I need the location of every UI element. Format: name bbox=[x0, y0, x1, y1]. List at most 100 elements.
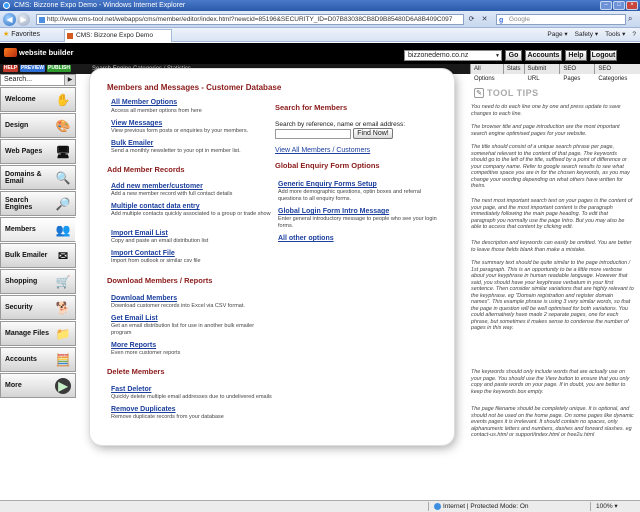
generic-enquiry-forms-link[interactable]: Generic Enquiry Forms Setup bbox=[278, 181, 377, 188]
sidebar-item-design[interactable]: Design 🎨 bbox=[0, 113, 76, 138]
google-icon: g bbox=[499, 17, 504, 24]
view-messages-desc: View previous form posts or enquiries by… bbox=[111, 128, 249, 134]
fast-deletor-desc: Quickly delete multiple email addresses … bbox=[111, 394, 272, 400]
hand-icon: ✋ bbox=[55, 93, 71, 107]
tip-paragraph: The summary text should be quite similar… bbox=[471, 260, 634, 331]
maximize-button[interactable]: □ bbox=[613, 1, 625, 10]
stop-icon[interactable]: ✕ bbox=[479, 14, 490, 25]
more-reports-desc: Even more customer reports bbox=[111, 350, 181, 356]
remove-duplicates-desc: Remove duplicate records from your datab… bbox=[111, 414, 224, 420]
tab-favicon bbox=[67, 33, 73, 39]
multiple-contact-entry-link[interactable]: Multiple contact data entry bbox=[111, 203, 200, 210]
url-field[interactable]: http://www.cms-tool.net/webapps/cms/memb… bbox=[36, 14, 464, 25]
palette-icon: 🎨 bbox=[55, 119, 71, 133]
enquiry-options-title: Global Enquiry Form Options bbox=[275, 161, 380, 170]
tab-all-options[interactable]: All Options bbox=[470, 64, 503, 82]
tip-paragraph: The browser title and page introduction … bbox=[471, 124, 620, 137]
all-member-options-link[interactable]: All Member Options bbox=[111, 99, 177, 106]
import-email-list-desc: Copy and paste an email distribution lis… bbox=[111, 238, 209, 244]
all-member-options-desc: Access all member options from here bbox=[111, 108, 202, 114]
find-now-button[interactable]: Find Now! bbox=[353, 128, 393, 139]
logout-button[interactable]: Logout bbox=[590, 50, 617, 61]
tools-menu[interactable]: Tools ▾ bbox=[605, 30, 625, 40]
sidebar-item-manage-files[interactable]: Manage Files 📁 bbox=[0, 321, 76, 346]
tooltip-icon: ✎ bbox=[474, 88, 484, 98]
view-all-members-link[interactable]: View All Members / Customers bbox=[275, 147, 370, 154]
forward-button[interactable]: ▶ bbox=[17, 13, 30, 26]
accounts-button[interactable]: Accounts bbox=[525, 50, 562, 61]
envelope-icon: ✉ bbox=[57, 249, 69, 263]
chevron-down-icon: ▼ bbox=[495, 53, 500, 59]
download-members-link[interactable]: Download Members bbox=[111, 295, 177, 302]
calculator-icon: 🧮 bbox=[55, 353, 71, 367]
search-go-icon[interactable]: ▶ bbox=[64, 75, 75, 85]
browser-tab[interactable]: CMS: Bizzone Expo Demo bbox=[64, 29, 172, 42]
fast-deletor-link[interactable]: Fast Deletor bbox=[111, 386, 151, 393]
sidebar-item-search-engines[interactable]: Search Engines 🔎 bbox=[0, 191, 76, 216]
sidebar-item-security[interactable]: Security 🐕 bbox=[0, 295, 76, 320]
sidebar-item-bulk-emailer[interactable]: Bulk Emailer ✉ bbox=[0, 243, 76, 268]
zoom-control[interactable]: 100% ▾ bbox=[596, 501, 618, 512]
minimize-button[interactable]: – bbox=[600, 1, 612, 10]
sidebar-item-web-pages[interactable]: Web Pages 🖥 bbox=[0, 139, 76, 164]
status-bar: Internet | Protected Mode: On 100% ▾ bbox=[0, 500, 640, 512]
help-menu[interactable]: ? bbox=[632, 30, 636, 40]
member-search-input[interactable] bbox=[275, 129, 351, 139]
seo-tabs: All Options Stats Submit URL SEO Pages S… bbox=[470, 64, 640, 82]
page-title: Members and Messages - Customer Database bbox=[107, 83, 282, 92]
more-reports-link[interactable]: More Reports bbox=[111, 342, 156, 349]
close-button[interactable]: × bbox=[626, 1, 638, 10]
favorites-button[interactable]: ★ Favorites bbox=[3, 30, 40, 40]
view-messages-link[interactable]: View Messages bbox=[111, 120, 162, 127]
import-email-list-link[interactable]: Import Email List bbox=[111, 230, 168, 237]
search-icon[interactable]: ⌕ bbox=[628, 14, 638, 25]
add-new-member-link[interactable]: Add new member/customer bbox=[111, 183, 203, 190]
delete-members-title: Delete Members bbox=[107, 367, 165, 376]
refresh-icon[interactable]: ⟳ bbox=[466, 14, 477, 25]
logo: website builder bbox=[4, 46, 74, 58]
tab-seo-categories[interactable]: SEO Categories bbox=[594, 64, 640, 82]
import-contact-file-link[interactable]: Import Contact File bbox=[111, 250, 175, 257]
sidebar-item-members[interactable]: Members 👥 bbox=[0, 217, 76, 242]
sidebar-item-accounts[interactable]: Accounts 🧮 bbox=[0, 347, 76, 372]
global-login-form-link[interactable]: Global Login Form Intro Message bbox=[278, 208, 389, 215]
help-button[interactable]: Help bbox=[565, 50, 587, 61]
tab-submit-url[interactable]: Submit URL bbox=[523, 64, 560, 82]
tab-seo-pages[interactable]: SEO Pages bbox=[559, 64, 595, 82]
import-contact-file-desc: Import from outlook or similar csv file bbox=[111, 258, 201, 264]
sidebar-search-input[interactable]: Search... ▶ bbox=[0, 74, 76, 86]
domain-select[interactable]: bizzonedemo.co.nz ▼ bbox=[404, 50, 502, 61]
mini-help-button[interactable]: HELP bbox=[3, 65, 18, 72]
get-email-list-desc: Get an email distribution list for use i… bbox=[111, 323, 255, 336]
tool-tips-title: TOOL TIPS bbox=[487, 88, 539, 98]
tab-stats[interactable]: Stats bbox=[502, 64, 524, 74]
members-icon: 👥 bbox=[55, 223, 71, 237]
multiple-contact-entry-desc: Add multiple contacts quickly associated… bbox=[111, 211, 271, 217]
safety-menu[interactable]: Safety ▾ bbox=[575, 30, 599, 40]
bulk-emailer-link[interactable]: Bulk Emailer bbox=[111, 140, 153, 147]
sidebar-item-shopping[interactable]: Shopping 🛒 bbox=[0, 269, 76, 294]
page-menu[interactable]: Page ▾ bbox=[547, 30, 567, 40]
folder-icon: 📁 bbox=[55, 327, 71, 341]
all-other-options-link[interactable]: All other options bbox=[278, 235, 334, 242]
security-zone: Internet | Protected Mode: On bbox=[432, 501, 529, 512]
play-icon: ▶ bbox=[55, 378, 71, 394]
search-members-title: Search for Members bbox=[275, 103, 348, 112]
window-titlebar: CMS: Bizzone Expo Demo - Windows Interne… bbox=[0, 0, 640, 11]
generic-enquiry-forms-desc: Add more demographic questions, optin bo… bbox=[278, 189, 422, 202]
monitor-icon: 🖥 bbox=[55, 145, 71, 159]
back-button[interactable]: ◀ bbox=[3, 13, 16, 26]
sidebar-item-welcome[interactable]: Welcome ✋ bbox=[0, 87, 76, 112]
go-button[interactable]: Go bbox=[505, 50, 522, 61]
sidebar-item-more[interactable]: More ▶ bbox=[0, 373, 76, 398]
remove-duplicates-link[interactable]: Remove Duplicates bbox=[111, 406, 176, 413]
get-email-list-link[interactable]: Get Email List bbox=[111, 315, 158, 322]
google-search-input[interactable]: g Google bbox=[496, 14, 626, 25]
ie-icon bbox=[3, 2, 10, 9]
logo-mark bbox=[4, 47, 17, 57]
sidebar-item-domains-email[interactable]: Domains & Email 🔍 bbox=[0, 165, 76, 190]
bulk-emailer-desc: Send a monthly newsletter to your opt in… bbox=[111, 148, 241, 154]
publish-button[interactable]: PUBLISH bbox=[47, 65, 71, 72]
tip-paragraph: The title should consist of a unique sea… bbox=[471, 144, 630, 189]
preview-button[interactable]: PREVIEW bbox=[20, 65, 45, 72]
